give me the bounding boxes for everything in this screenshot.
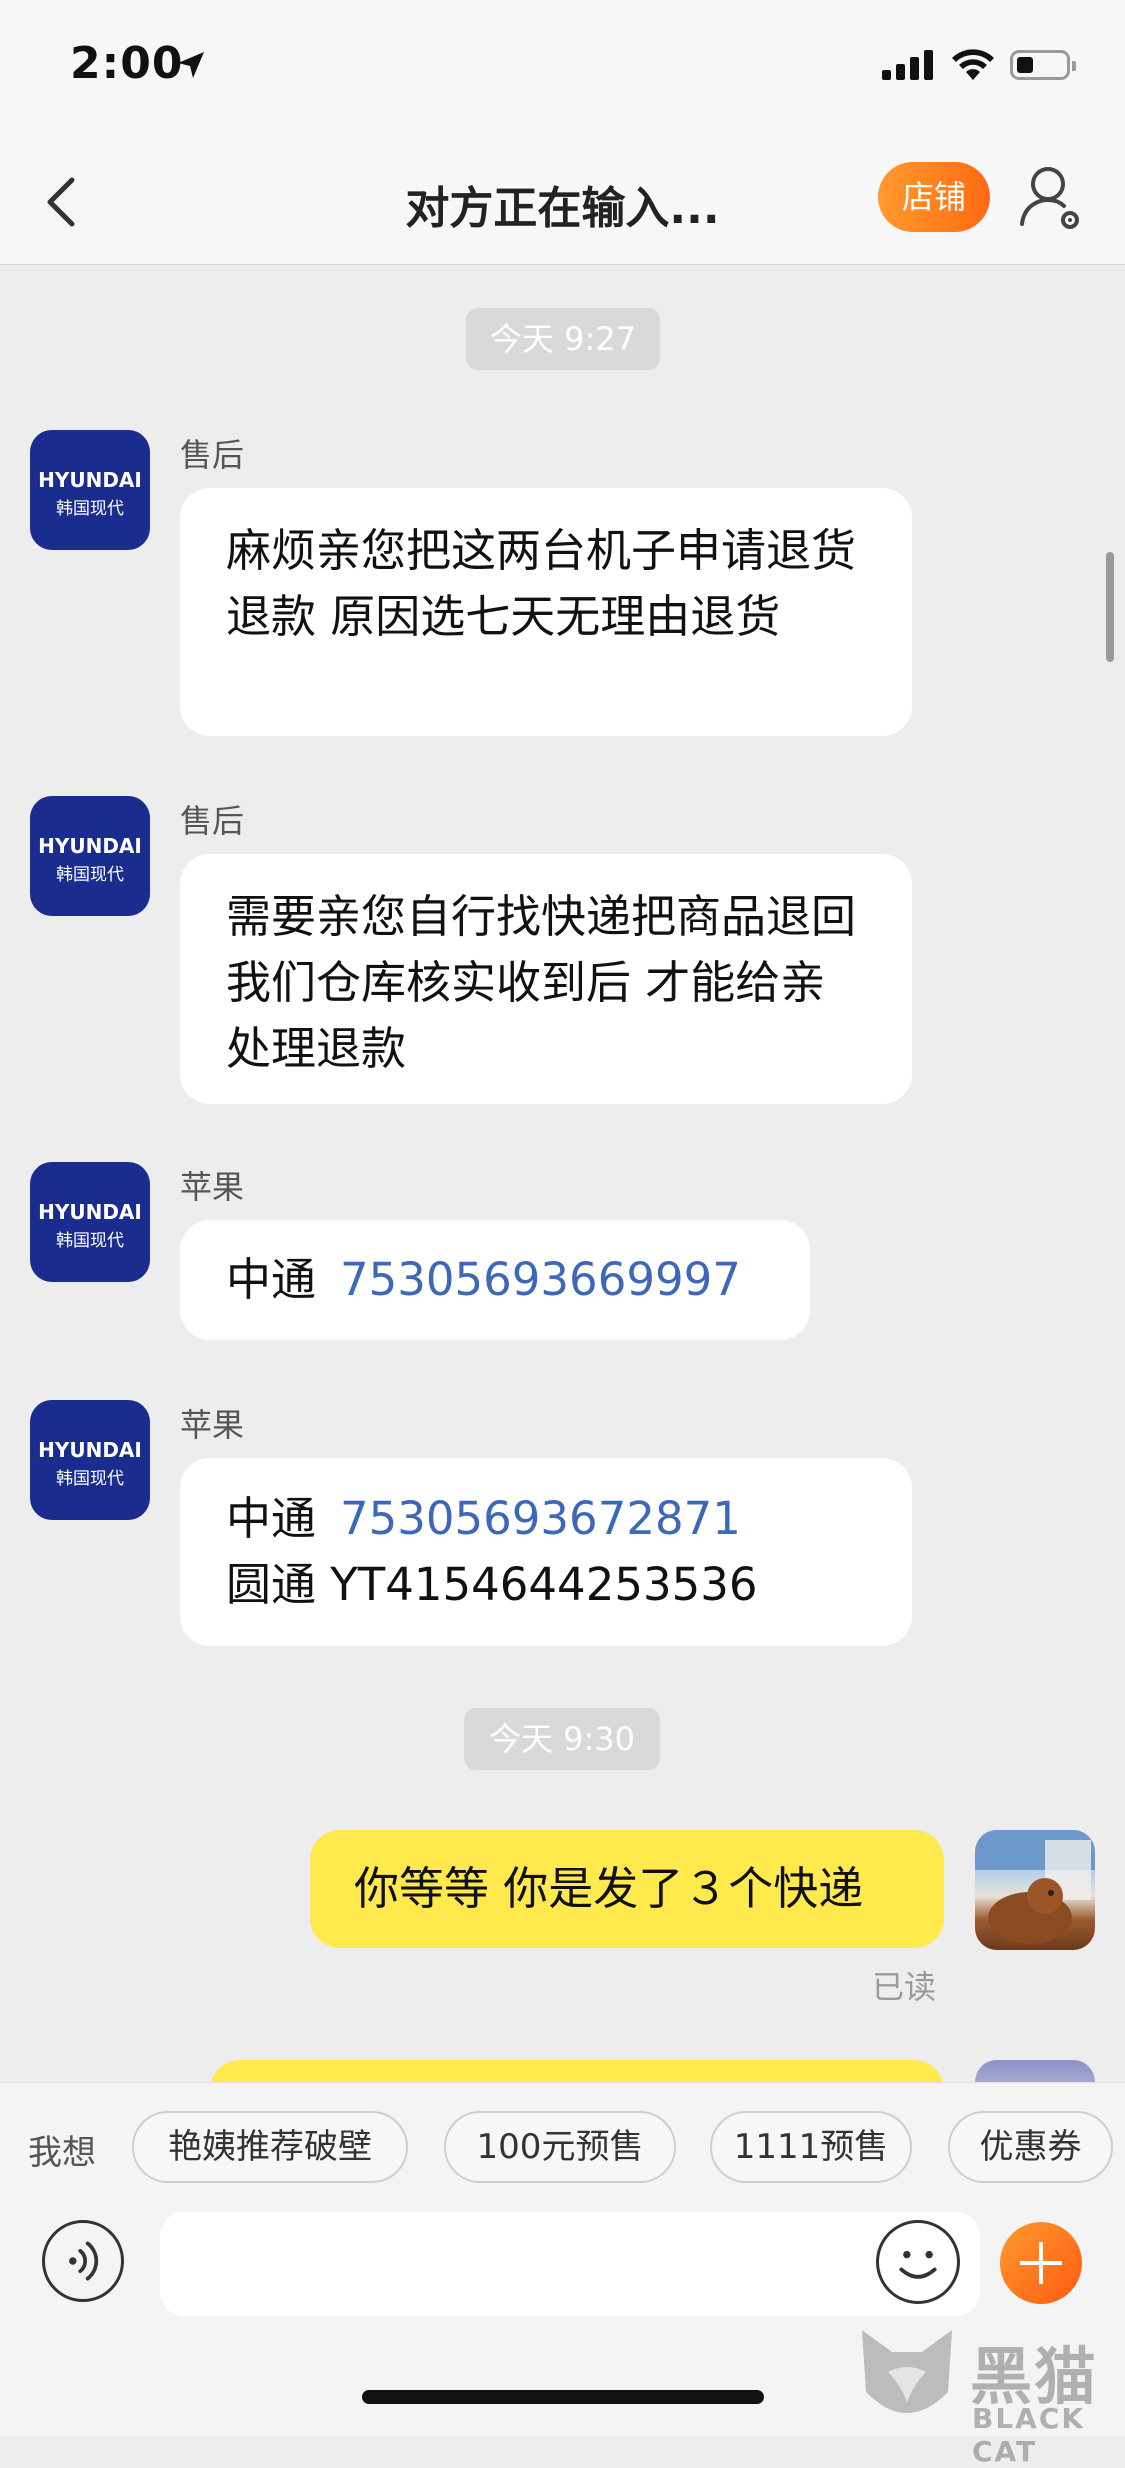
quick-reply-label: 我想 [28, 2133, 96, 2173]
read-status: 已读 [872, 1968, 937, 2006]
avatar-brand: HYUNDAI [38, 1200, 142, 1224]
voice-input-icon[interactable] [42, 2220, 124, 2302]
tracking-number-link[interactable]: 75305693672871 [340, 1492, 741, 1545]
battery-icon [1010, 50, 1076, 80]
merchant-avatar[interactable]: HYUNDAI 韩国现代 [30, 430, 150, 550]
emoji-icon[interactable] [876, 2220, 960, 2304]
black-cat-logo-icon [862, 2330, 952, 2413]
location-arrow-icon [178, 52, 204, 78]
tracking-number-link[interactable]: 75305693669997 [340, 1253, 741, 1306]
merchant-avatar[interactable]: HYUNDAI 韩国现代 [30, 1400, 150, 1520]
avatar-brand-sub: 韩国现代 [56, 1231, 124, 1251]
wifi-icon [952, 49, 994, 80]
dog-photo-icon [975, 1830, 1095, 1944]
message-text: 需要亲您自行找快递把商品退回 我们仓库核实收到后 才能给亲处理退款 [226, 890, 857, 1075]
watermark-sub: BLACK CAT [972, 2402, 1086, 2468]
message-bubble[interactable]: 需要亲您自行找快递把商品退回 我们仓库核实收到后 才能给亲处理退款 [180, 854, 912, 1104]
my-avatar[interactable] [975, 1830, 1095, 1950]
chat-timestamp: 今天 9:30 [464, 1708, 660, 1770]
carrier-name: 中通 [226, 1492, 317, 1545]
avatar-brand-sub: 韩国现代 [56, 865, 124, 885]
message-bubble[interactable]: 中通 75305693669997 [180, 1220, 810, 1340]
merchant-avatar[interactable]: HYUNDAI 韩国现代 [30, 1162, 150, 1282]
sender-name: 苹果 [180, 1406, 245, 1444]
message-bubble[interactable]: 麻烦亲您把这两台机子申请退货退款 原因选七天无理由退货 [180, 488, 912, 736]
avatar-brand-sub: 韩国现代 [56, 1469, 124, 1489]
quick-reply-chip[interactable]: 优惠券 [948, 2111, 1113, 2183]
message-text: 你等等 你是发了３个快递 [354, 1862, 864, 1915]
quick-reply-bar: 我想 艳姨推荐破壁 100元预售 1111预售 优惠券 [0, 2082, 1125, 2213]
chat-timestamp: 今天 9:27 [466, 308, 660, 370]
tracking-line: 圆通 YT4154644253536 [226, 1558, 758, 1611]
cellular-signal-icon [882, 48, 936, 80]
my-message-bubble[interactable]: 你等等 你是发了３个快递 [310, 1830, 944, 1948]
quick-reply-chip[interactable]: 艳姨推荐破壁 [132, 2111, 408, 2183]
quick-reply-chip[interactable]: 100元预售 [444, 2111, 676, 2183]
watermark: 黑猫 BLACK CAT [852, 2322, 1122, 2468]
user-settings-icon[interactable] [1018, 160, 1088, 240]
message-input[interactable] [160, 2212, 980, 2316]
status-time: 2:00 [70, 38, 184, 89]
sender-name: 苹果 [180, 1168, 245, 1206]
carrier-name: 中通 [226, 1253, 317, 1306]
home-indicator[interactable] [362, 2390, 764, 2404]
shop-button[interactable]: 店铺 [878, 162, 990, 232]
status-bar: 2:00 [0, 0, 1125, 140]
avatar-brand: HYUNDAI [38, 834, 142, 858]
message-bubble[interactable]: 中通 75305693672871 圆通 YT4154644253536 [180, 1458, 912, 1646]
scrollbar[interactable] [1106, 552, 1114, 662]
avatar-brand-sub: 韩国现代 [56, 499, 124, 519]
sender-name: 售后 [180, 436, 245, 474]
message-text: 麻烦亲您把这两台机子申请退货退款 原因选七天无理由退货 [226, 524, 857, 643]
plus-icon[interactable] [1000, 2222, 1082, 2304]
quick-reply-chip[interactable]: 1111预售 [710, 2111, 912, 2183]
chat-header: 对方正在输入... 店铺 [0, 140, 1125, 265]
avatar-brand: HYUNDAI [38, 468, 142, 492]
merchant-avatar[interactable]: HYUNDAI 韩国现代 [30, 796, 150, 916]
sender-name: 售后 [180, 802, 245, 840]
avatar-brand: HYUNDAI [38, 1438, 142, 1462]
